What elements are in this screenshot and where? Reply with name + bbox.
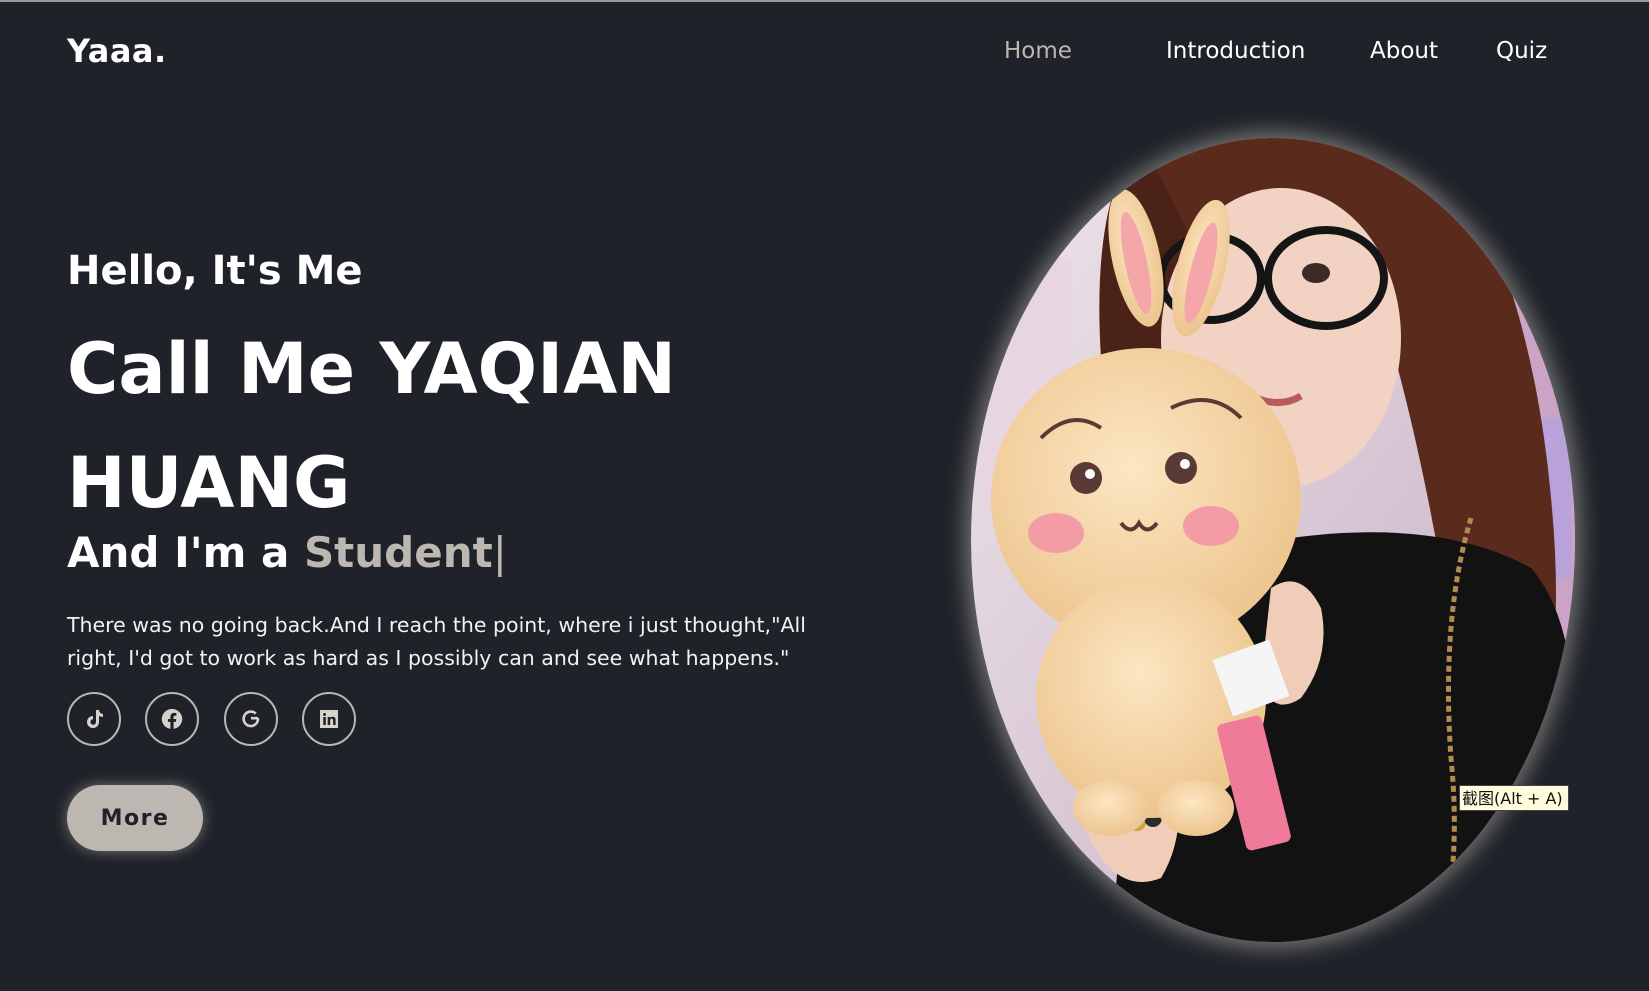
linkedin-icon <box>320 710 338 728</box>
hero-greeting: Hello, It's Me <box>67 248 363 294</box>
hero-role: And I'm a Student| <box>67 528 507 577</box>
nav-introduction[interactable]: Introduction <box>1166 38 1305 64</box>
tiktok-icon <box>87 710 103 728</box>
profile-photo <box>971 138 1575 942</box>
role-prefix: And I'm a <box>67 528 304 577</box>
nav-quiz[interactable]: Quiz <box>1496 38 1547 64</box>
nav-about[interactable]: About <box>1370 38 1438 64</box>
site-logo[interactable]: Yaaa. <box>67 32 167 70</box>
hero-description: There was no going back.And I reach the … <box>67 612 806 670</box>
typing-cursor: | <box>492 528 507 577</box>
facebook-icon <box>161 708 183 729</box>
screenshot-tooltip: 截图(Alt + A) <box>1459 785 1569 811</box>
more-button[interactable]: More <box>67 785 203 851</box>
social-facebook[interactable] <box>145 692 199 746</box>
role-highlight: Student <box>303 528 493 577</box>
social-tiktok[interactable] <box>67 692 121 746</box>
site-header: Yaaa. Home Introduction About Quiz <box>0 2 1649 102</box>
google-icon <box>242 710 260 728</box>
profile-photo-illustration <box>971 138 1575 942</box>
hero-name: Call Me YAQIAN HUANG <box>67 328 676 524</box>
nav-home[interactable]: Home <box>1004 38 1072 64</box>
social-google[interactable] <box>224 692 278 746</box>
social-linkedin[interactable] <box>302 692 356 746</box>
